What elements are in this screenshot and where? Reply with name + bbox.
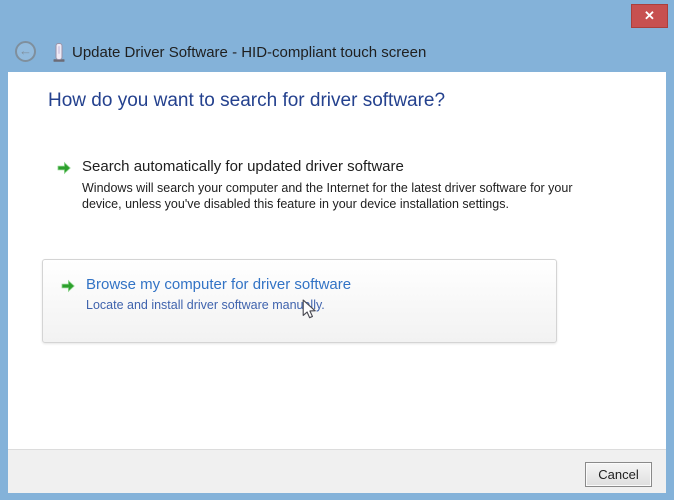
option-description: Windows will search your computer and th… xyxy=(82,181,573,211)
back-arrow-icon: ← xyxy=(19,43,32,58)
page-title: How do you want to search for driver sof… xyxy=(48,90,446,111)
green-arrow-icon xyxy=(57,161,71,175)
option-browse-computer[interactable]: Browse my computer for driver software L… xyxy=(42,259,557,343)
close-icon: ✕ xyxy=(644,8,655,23)
option-title: Search automatically for updated driver … xyxy=(82,158,404,175)
driver-device-icon xyxy=(53,43,65,62)
option-search-automatically[interactable]: Search automatically for updated driver … xyxy=(55,158,595,212)
option-title: Browse my computer for driver software xyxy=(86,276,352,293)
window-title: Update Driver Software - HID-compliant t… xyxy=(72,44,427,61)
wizard-footer: Cancel xyxy=(8,449,666,493)
mouse-cursor-icon xyxy=(302,299,316,319)
back-button[interactable]: ← xyxy=(15,41,36,62)
update-driver-wizard-window: ✕ ← Update Driver Software - HID-complia… xyxy=(0,0,674,500)
wizard-content: How do you want to search for driver sof… xyxy=(8,72,666,449)
cancel-button[interactable]: Cancel xyxy=(585,462,652,487)
green-arrow-icon xyxy=(61,279,75,293)
close-button[interactable]: ✕ xyxy=(631,4,668,28)
